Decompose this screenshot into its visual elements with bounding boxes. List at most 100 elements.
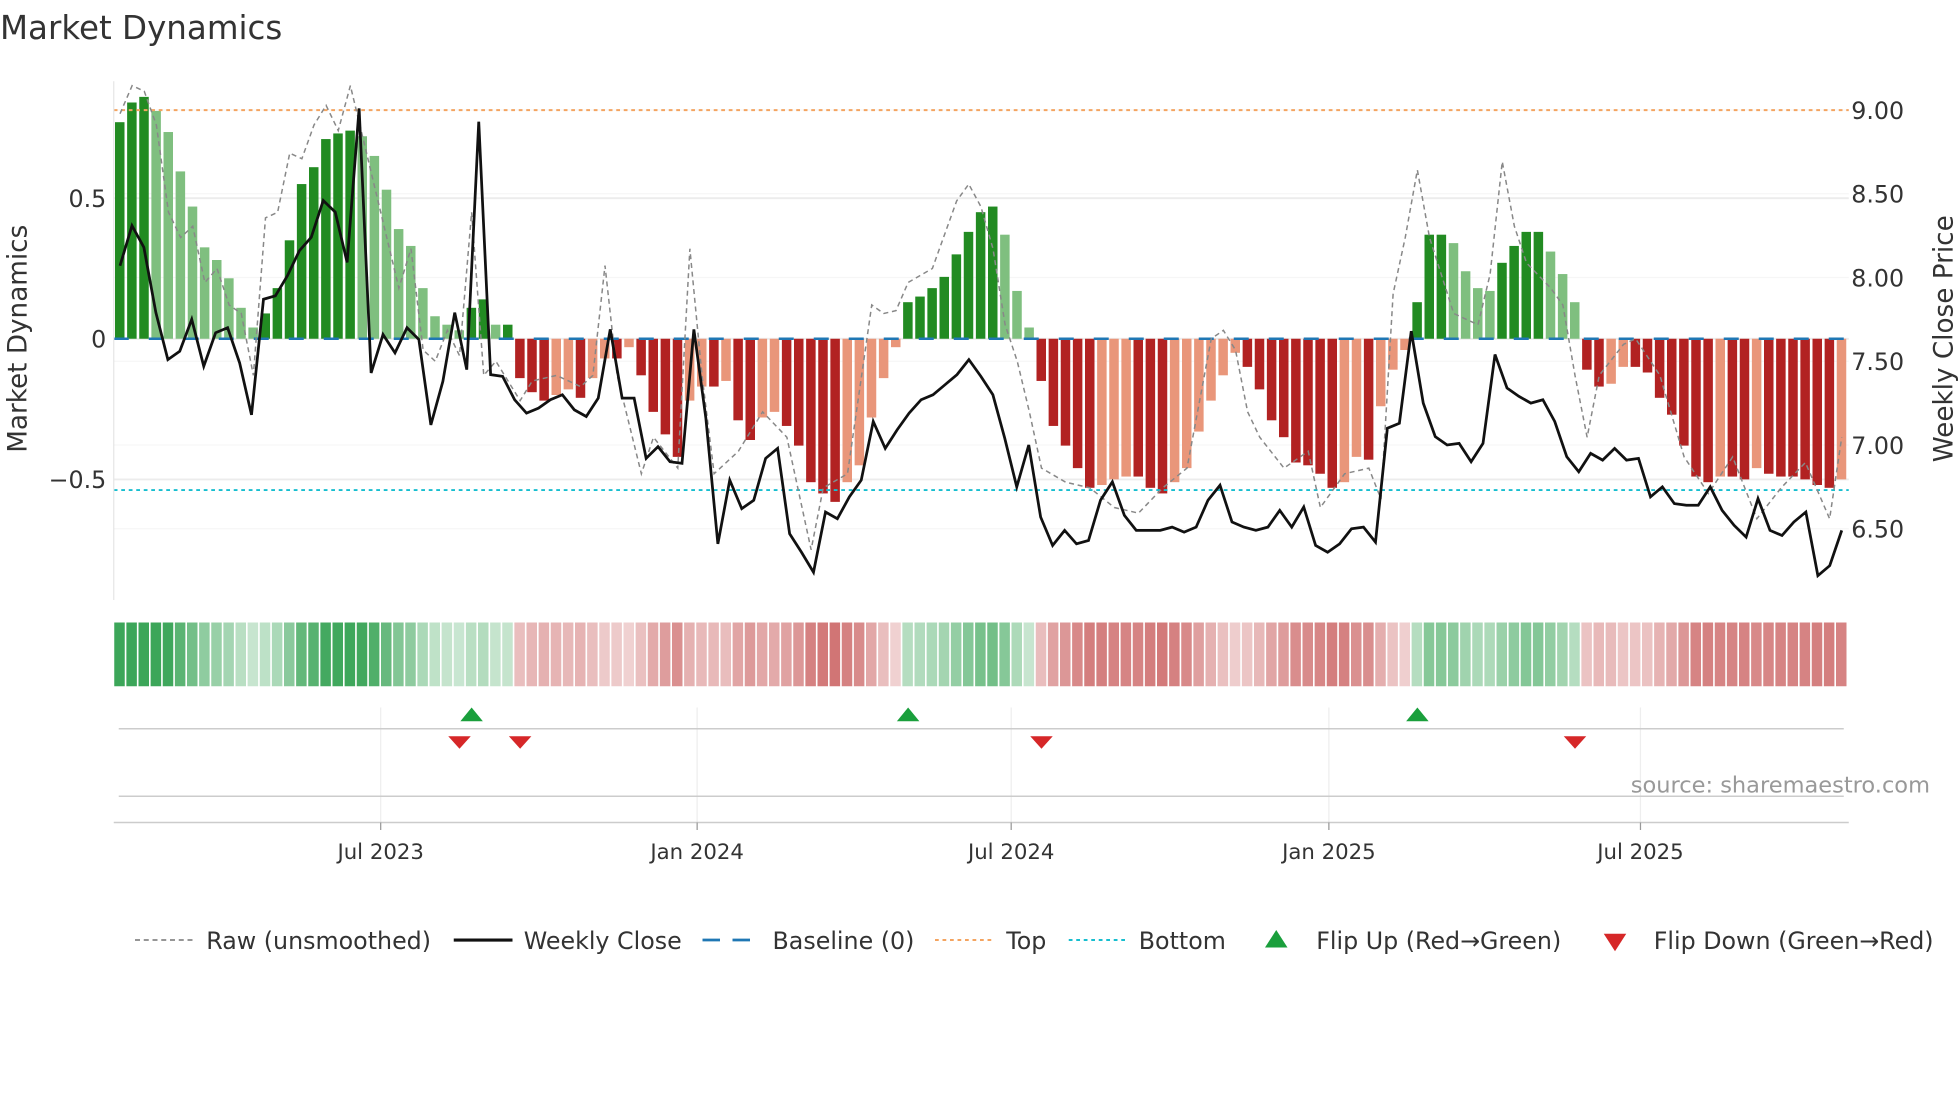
market-dynamics-bar (878, 338, 889, 379)
market-dynamics-bar (1036, 338, 1046, 381)
flip-down-marker (1563, 736, 1587, 749)
heat-strip-cell (1072, 622, 1083, 687)
heat-strip-cell (1363, 622, 1374, 687)
heat-strip-cell (393, 622, 404, 687)
heat-strip-cell (429, 622, 440, 687)
market-dynamics-bar (1679, 338, 1689, 446)
heat-strip-cell (1132, 622, 1144, 687)
market-dynamics-bar (757, 338, 768, 418)
market-dynamics-bar (1230, 338, 1240, 353)
heat-strip-cell (417, 622, 428, 687)
market-dynamics-bar (745, 338, 755, 440)
market-dynamics-bar (1048, 338, 1059, 426)
market-dynamics-bar (551, 338, 561, 395)
market-dynamics-bar (1703, 338, 1713, 483)
market-dynamics-bar (1327, 338, 1337, 488)
heat-strip-cell (1460, 622, 1471, 687)
heat-strip-cell (672, 622, 683, 687)
heat-strip-cell (138, 622, 149, 687)
market-dynamics-bar (1254, 338, 1265, 390)
market-dynamics-bar (1788, 338, 1798, 477)
market-dynamics-bar (915, 296, 925, 339)
heat-strip-cell (1787, 622, 1798, 687)
market-dynamics-bar (1012, 290, 1022, 339)
market-dynamics-bar (1824, 338, 1835, 488)
market-dynamics-bar (418, 288, 428, 339)
flip-down-marker (508, 736, 532, 749)
market-dynamics-bar (1654, 338, 1665, 398)
heat-strip-cell (1375, 622, 1386, 687)
market-dynamics-bar (284, 240, 295, 339)
market-dynamics-bar (1497, 262, 1507, 339)
market-dynamics-bar (733, 338, 743, 421)
heat-strip-cell (1193, 622, 1204, 687)
y2-tick-label: 8.00 (1851, 264, 1904, 292)
legend: Raw (unsmoothed) Weekly Close Baseline (… (135, 927, 1934, 955)
market-dynamics-bar (721, 338, 731, 381)
heat-strip-cell (635, 622, 647, 687)
heat-strip-cell (187, 622, 198, 687)
chart-title: Market Dynamics (0, 9, 282, 47)
heat-strip-cell (1266, 622, 1277, 687)
heat-strip-cell (1775, 622, 1786, 687)
x-tick-label: Jul 2024 (966, 840, 1054, 865)
market-dynamics-bar (1291, 338, 1301, 463)
heat-strip-cell (647, 622, 659, 687)
y-axis-label: Market Dynamics (3, 225, 33, 453)
market-dynamics-bar (939, 276, 949, 339)
heat-strip-cell (453, 622, 465, 687)
heat-strip-cell (1205, 622, 1216, 687)
market-dynamics-bar (1436, 234, 1447, 339)
market-dynamics-bar (296, 184, 307, 339)
y2-tick-label: 8.50 (1851, 181, 1904, 209)
market-dynamics-bar (806, 338, 816, 483)
heat-strip-cell (490, 622, 501, 687)
market-dynamics-bar (1570, 302, 1580, 339)
heat-strip-cell (1241, 622, 1253, 687)
market-dynamics-bar (1739, 338, 1750, 480)
market-dynamics-bar (406, 245, 416, 339)
market-dynamics-bar (927, 288, 937, 339)
heat-strip-cell (696, 622, 707, 687)
market-dynamics-bar (1618, 338, 1628, 367)
heat-strip-cell (1229, 622, 1241, 687)
market-dynamics-bar (127, 102, 137, 339)
market-dynamics-bar (1303, 338, 1313, 466)
heat-strip-cell (1181, 622, 1192, 687)
heat-strip-cell (975, 622, 986, 687)
market-dynamics-bar (660, 338, 671, 435)
heat-strip-cell (902, 622, 913, 687)
heat-strip-cell (659, 622, 671, 687)
market-dynamics-bar (115, 122, 125, 339)
market-dynamics-bar (381, 189, 392, 339)
heat-strip-cell (1169, 622, 1180, 687)
market-dynamics-bar (236, 307, 246, 339)
market-dynamics-bar (527, 338, 537, 393)
market-dynamics-bar (321, 139, 331, 339)
heat-strip-cell (1823, 622, 1835, 687)
market-dynamics-chart: Market Dynamics 0.5 0 −0.5 9.00 8.50 8.00 7.5… (0, 9, 1960, 955)
market-dynamics-bar (781, 338, 792, 426)
heat-strip-cell (1023, 622, 1035, 687)
heat-strip-cell (1799, 622, 1811, 687)
heat-strip-cell (562, 622, 574, 687)
heat-strip-cell (296, 622, 307, 687)
heat-strip-cell (1617, 622, 1629, 687)
market-dynamics-bar (830, 338, 840, 502)
market-dynamics-bar (951, 254, 962, 339)
heat-strip-cell (538, 622, 550, 687)
market-dynamics-bar (1448, 243, 1459, 339)
y2-tick-label: 7.00 (1851, 432, 1904, 460)
heat-strip-cell (611, 622, 622, 687)
heat-strip-cell (1011, 622, 1023, 687)
heat-strip-cell (1642, 622, 1653, 687)
legend-bottom-label: Bottom (1139, 927, 1226, 955)
heat-strip-cell (829, 622, 841, 687)
market-dynamics-bar (1764, 338, 1774, 474)
market-dynamics-bar (1533, 231, 1544, 339)
heat-strip-cell (1423, 622, 1435, 687)
heat-strip-cell (1496, 622, 1507, 687)
heat-strip-cell (1690, 622, 1701, 687)
heat-strip-cell (1472, 622, 1483, 687)
market-dynamics-bar (1351, 338, 1362, 457)
